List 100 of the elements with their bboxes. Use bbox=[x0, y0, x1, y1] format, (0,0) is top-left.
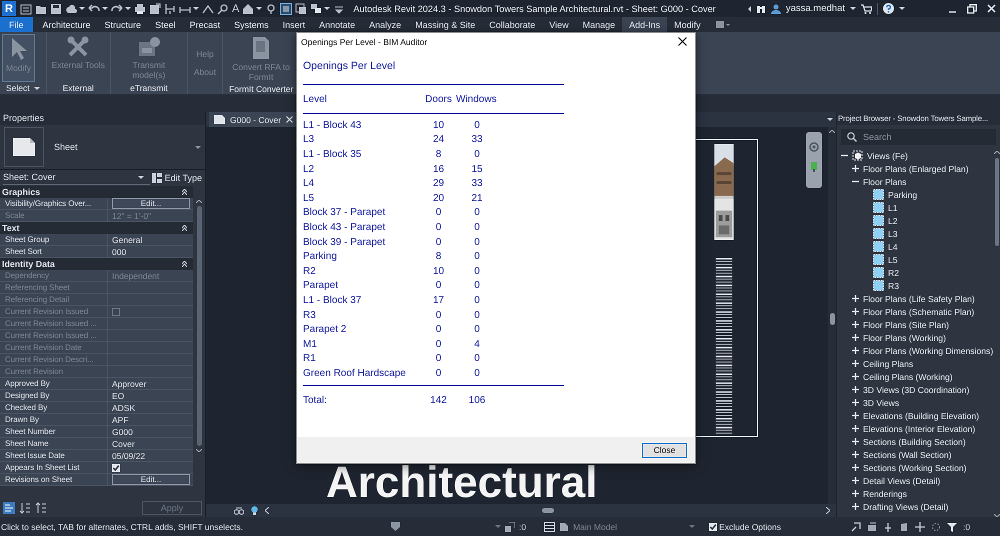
tree-item[interactable]: Floor Plans (Schematic Plan) bbox=[863, 306, 974, 316]
panel-menu-icon[interactable] bbox=[716, 20, 730, 28]
scroll-down-icon[interactable] bbox=[196, 449, 202, 452]
expand-icon[interactable] bbox=[852, 412, 859, 419]
edit-button[interactable]: Edit... bbox=[112, 474, 190, 485]
tree-item[interactable]: Sections (Wall Section) bbox=[863, 450, 952, 460]
collapse-icon[interactable] bbox=[182, 189, 187, 195]
user-name[interactable]: yassa.medhat bbox=[786, 3, 845, 14]
print-icon[interactable] bbox=[134, 2, 146, 14]
ribbon-tab[interactable]: Insert bbox=[276, 17, 312, 32]
close-button[interactable]: Close bbox=[642, 442, 687, 458]
worksets-icon[interactable] bbox=[390, 521, 401, 532]
expand-icon[interactable] bbox=[852, 503, 859, 510]
tree-item[interactable]: L2 bbox=[888, 216, 898, 226]
save-icon[interactable] bbox=[50, 2, 62, 14]
edit-button[interactable]: Edit... bbox=[112, 198, 190, 209]
light-bulb-icon[interactable] bbox=[251, 506, 258, 515]
collapse-icon[interactable] bbox=[182, 225, 187, 231]
user-icon[interactable] bbox=[770, 4, 781, 14]
scroll-left-icon[interactable] bbox=[265, 507, 269, 514]
caret-icon[interactable] bbox=[748, 6, 751, 12]
expand-icon[interactable] bbox=[852, 451, 859, 458]
collapse-icon[interactable] bbox=[841, 152, 848, 159]
sheet-export-icon[interactable] bbox=[149, 2, 161, 14]
thin-lines-icon[interactable] bbox=[280, 2, 292, 14]
edit-type-icon[interactable] bbox=[152, 172, 162, 182]
property-value[interactable]: Cover bbox=[112, 438, 135, 448]
tree-item[interactable]: Sections (Working Section) bbox=[863, 462, 966, 472]
dropdown-icon[interactable] bbox=[138, 176, 144, 179]
property-value[interactable]: ADSK bbox=[112, 402, 136, 412]
tree-item[interactable]: Parking bbox=[888, 190, 918, 200]
properties-icon[interactable] bbox=[20, 2, 32, 14]
categorized-icon[interactable] bbox=[3, 502, 15, 514]
ribbon-tab[interactable]: Steel bbox=[148, 17, 183, 32]
tree-item[interactable]: Floor Plans (Site Plan) bbox=[863, 320, 949, 330]
tree-item[interactable]: Views (Fe) bbox=[867, 150, 908, 160]
binoculars-icon[interactable] bbox=[756, 4, 766, 13]
app-logo[interactable]: R bbox=[2, 1, 16, 16]
tree-item[interactable]: 3D Views (3D Coordination) bbox=[863, 384, 970, 394]
caret-icon[interactable] bbox=[79, 7, 85, 10]
undo-icon[interactable] bbox=[88, 2, 100, 14]
group-header[interactable]: Text bbox=[2, 223, 20, 233]
sort-descending-icon[interactable] bbox=[35, 502, 47, 514]
binoculars-icon[interactable] bbox=[234, 506, 244, 514]
tree-item[interactable]: Floor Plans (Working Dimensions) bbox=[863, 346, 994, 356]
tree-item[interactable]: Elevations (Building Elevation) bbox=[863, 410, 980, 420]
expand-icon[interactable] bbox=[852, 399, 859, 406]
scroll-up-icon[interactable] bbox=[994, 151, 1000, 154]
ribbon-tab[interactable]: Precast bbox=[182, 17, 228, 32]
ribbon-tab[interactable]: Structure bbox=[98, 17, 148, 32]
ribbon-tab[interactable]: Systems bbox=[227, 17, 276, 32]
expand-icon[interactable] bbox=[852, 347, 859, 354]
text-tool-icon[interactable]: A bbox=[232, 2, 240, 14]
tree-item[interactable]: 3D Views bbox=[863, 398, 900, 408]
ribbon-tab[interactable]: Analyze bbox=[362, 17, 408, 32]
ribbon-tab[interactable]: File bbox=[0, 17, 33, 32]
property-value[interactable]: EO bbox=[112, 390, 124, 400]
expand-icon[interactable] bbox=[852, 386, 859, 393]
collapse-icon[interactable] bbox=[852, 178, 859, 185]
filter-icon[interactable] bbox=[947, 522, 957, 532]
tree-item[interactable]: Floor Plans bbox=[863, 176, 906, 186]
expand-icon[interactable] bbox=[852, 425, 859, 432]
close-views-icon[interactable] bbox=[295, 2, 308, 14]
close-icon[interactable] bbox=[678, 37, 687, 46]
ribbon-tab[interactable]: View bbox=[542, 17, 576, 32]
expand-icon[interactable] bbox=[852, 295, 859, 302]
tree-item[interactable]: L4 bbox=[888, 242, 898, 252]
search-field[interactable]: Search bbox=[841, 129, 996, 145]
tree-item[interactable]: Floor Plans (Working) bbox=[863, 332, 946, 342]
tree-item[interactable]: L5 bbox=[888, 254, 898, 264]
ribbon-tab[interactable]: Architecture bbox=[36, 17, 98, 32]
tree-item[interactable]: R3 bbox=[888, 280, 899, 290]
redo-icon[interactable] bbox=[111, 2, 123, 14]
navigation-bar[interactable] bbox=[806, 132, 822, 188]
house-icon[interactable] bbox=[242, 2, 254, 14]
drag-elements-icon[interactable] bbox=[915, 522, 925, 532]
restore-icon[interactable] bbox=[967, 4, 977, 14]
caret-icon[interactable] bbox=[256, 7, 262, 10]
property-value[interactable]: 05/09/22 bbox=[112, 450, 146, 460]
property-value[interactable]: General bbox=[112, 234, 142, 244]
caret-icon[interactable] bbox=[193, 7, 199, 10]
scroll-down-icon[interactable] bbox=[994, 514, 1000, 517]
tree-item[interactable]: R2 bbox=[888, 268, 899, 278]
expand-icon[interactable] bbox=[852, 334, 859, 341]
switch-windows-icon[interactable] bbox=[310, 2, 322, 14]
cart-icon[interactable] bbox=[861, 4, 872, 14]
ribbon-tab[interactable]: Manage bbox=[576, 17, 622, 32]
scrollbar-thumb[interactable] bbox=[830, 313, 834, 325]
expand-icon[interactable] bbox=[852, 321, 859, 328]
ribbon-tab[interactable]: Collaborate bbox=[482, 17, 542, 32]
expand-icon[interactable] bbox=[852, 360, 859, 367]
expand-icon[interactable] bbox=[852, 308, 859, 315]
ribbon-tab[interactable]: Annotate bbox=[312, 17, 362, 32]
scrollbar-thumb[interactable] bbox=[542, 508, 554, 513]
expand-icon[interactable] bbox=[852, 477, 859, 484]
checkbox[interactable] bbox=[709, 522, 718, 530]
tree-item[interactable]: Drafting Views (Detail) bbox=[863, 502, 948, 512]
tree-item[interactable]: L1 bbox=[888, 202, 898, 212]
cloud-icon[interactable] bbox=[65, 2, 77, 14]
tree-item[interactable]: Floor Plans (Enlarged Plan) bbox=[863, 164, 969, 174]
